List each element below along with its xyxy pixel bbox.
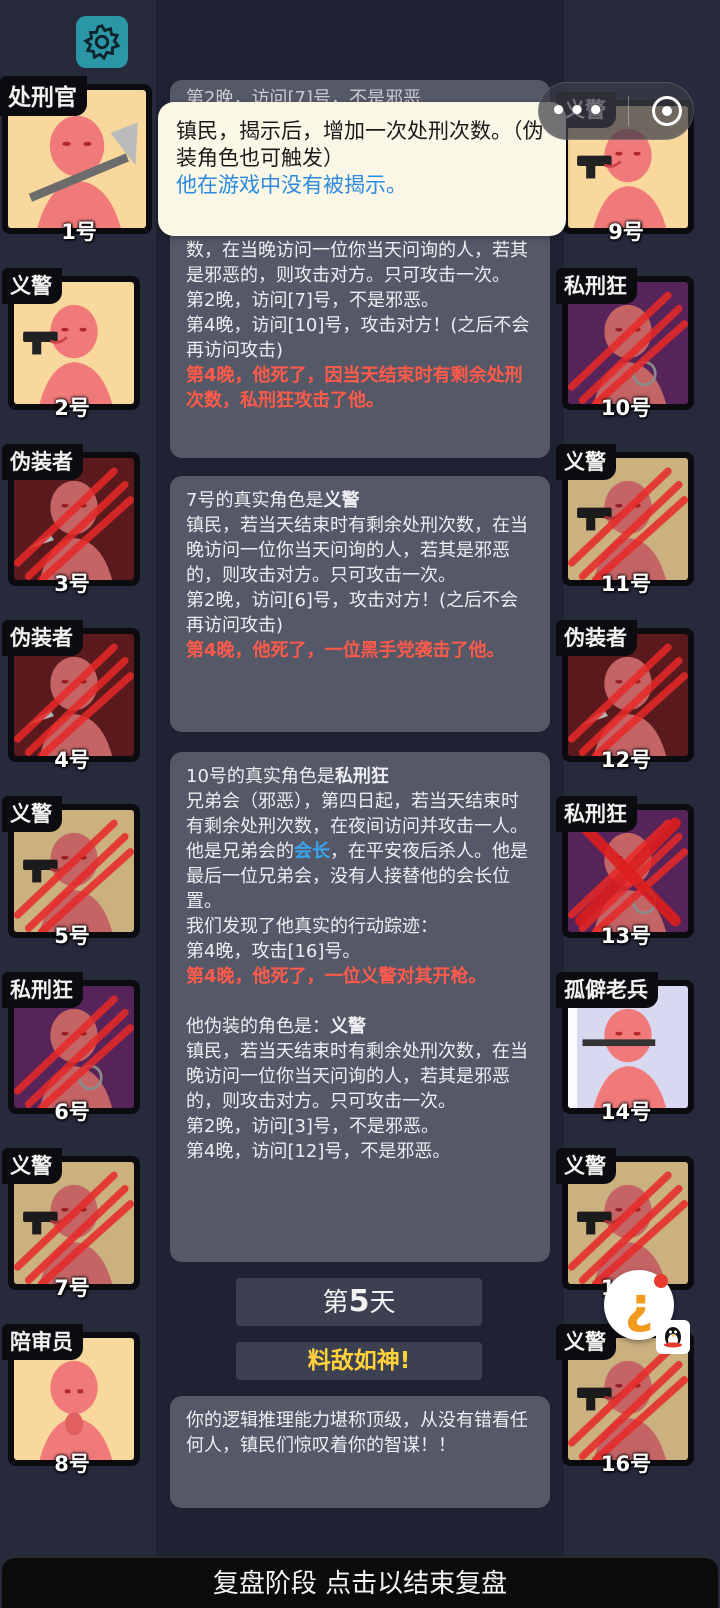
panel3-death: 第4晚，他死了，一位义警对其开枪。 <box>186 966 487 987</box>
capsule-divider <box>628 96 630 126</box>
player-number: 14号 <box>600 1100 652 1124</box>
miniapp-capsule: ••• <box>538 82 694 140</box>
role-tooltip[interactable]: 镇民，揭示后，增加一次处刑次数。（伪装角色也可触发） 他在游戏中没有被揭示。 <box>158 102 566 236</box>
player-number: 3号 <box>54 572 90 596</box>
panel1-death: 第4晚，他死了，因当天结束时有剩余处刑次数，私刑狂攻击了他。 <box>186 365 523 411</box>
player-number: 8号 <box>54 1452 90 1476</box>
role-label: 义警 <box>2 268 62 304</box>
gear-icon <box>83 24 121 61</box>
role-label: 孤僻老兵 <box>556 972 658 1008</box>
player-number: 7号 <box>54 1276 90 1300</box>
role-label: 私刑狂 <box>556 796 637 832</box>
role-label: 处刑官 <box>0 76 87 116</box>
panel3-desc: 兄弟会（邪恶），第四日起，若当天结束时有剩余处刑次数，在夜间访问并攻击一人。 <box>186 791 528 837</box>
day-pre: 第 <box>322 1288 349 1318</box>
panel3-fake-n4: 第4晚，访问[12]号，不是邪恶。 <box>186 1141 451 1162</box>
player-number: 10号 <box>600 396 652 420</box>
day-post: 天 <box>369 1288 396 1318</box>
player-number: 11号 <box>600 572 652 596</box>
player-number: 12号 <box>600 748 652 772</box>
leader-link[interactable]: 会长 <box>294 841 330 862</box>
role-label: 私刑狂 <box>2 972 83 1008</box>
player-card[interactable]: 私刑狂 13号 <box>556 796 696 948</box>
role-label: 义警 <box>556 1324 616 1360</box>
role-label: 伪装者 <box>2 444 83 480</box>
log-panel-3: 10号的真实角色是私刑狂 兄弟会（邪恶），第四日起，若当天结束时有剩余处刑次数，… <box>170 752 550 1262</box>
panel2-death: 第4晚，他死了，一位黑手党袭击了他。 <box>186 640 505 661</box>
player-number: 1号 <box>61 220 97 244</box>
role-label: 义警 <box>2 796 62 832</box>
tooltip-desc: 镇民，揭示后，增加一次处刑次数。（伪装角色也可触发） <box>176 119 544 170</box>
role-label: 义警 <box>2 1148 62 1184</box>
player-number: 5号 <box>54 924 90 948</box>
panel3-fake-desc: 镇民，若当天结束时有剩余处刑次数，在当晚访问一位你当天问询的人，若其是邪恶的，则… <box>186 1041 528 1112</box>
panel3-leader-pre: 他是兄弟会的 <box>186 841 294 862</box>
panel3-fake-n2: 第2晚，访问[3]号，不是邪恶。 <box>186 1116 439 1137</box>
end-review-bar[interactable]: 复盘阶段 点击以结束复盘 <box>2 1556 718 1608</box>
role-label: 伪装者 <box>2 620 83 656</box>
player-card[interactable]: 伪装者 4号 <box>2 620 142 772</box>
player-card[interactable]: 义警 7号 <box>2 1148 142 1300</box>
qq-penguin-icon[interactable] <box>656 1320 690 1354</box>
day-number: 5 <box>348 1284 370 1319</box>
player-number: 16号 <box>600 1452 652 1476</box>
player-card[interactable]: 义警 11号 <box>556 444 696 596</box>
role-label: 伪装者 <box>556 620 637 656</box>
panel2-line: 第2晚，访问[6]号，攻击对方！(之后不会再访问攻击) <box>186 590 518 636</box>
panel2-title-pre: 7号的真实角色是 <box>186 490 324 511</box>
player-number: 6号 <box>54 1100 90 1124</box>
notification-dot <box>654 1274 668 1288</box>
help-question-icon: ¿ <box>624 1276 654 1334</box>
player-card[interactable]: 处刑官 1号 <box>0 76 158 244</box>
panel3-title: 10号的真实角色是私刑狂 <box>186 764 534 789</box>
panel3-track: 第4晚，攻击[16]号。 <box>186 941 361 962</box>
player-number: 4号 <box>54 748 90 772</box>
role-label: 陪审员 <box>2 1324 83 1360</box>
player-card[interactable]: 孤僻老兵 14号 <box>556 972 696 1124</box>
log-panel-2: 7号的真实角色是义警 镇民，若当天结束时有剩余处刑次数，在当晚访问一位你当天问询… <box>170 476 550 732</box>
player-card[interactable]: 义警15号 <box>556 1148 696 1300</box>
panel2-line: 镇民，若当天结束时有剩余处刑次数，在当晚访问一位你当天问询的人，若其是邪恶的，则… <box>186 515 528 586</box>
panel3-title-pre: 10号的真实角色是 <box>186 766 335 787</box>
settings-button[interactable] <box>76 16 128 68</box>
player-number: 9号 <box>608 220 644 244</box>
player-number: 2号 <box>54 396 90 420</box>
result-title: 料敌如神! <box>236 1342 482 1380</box>
panel2-title: 7号的真实角色是义警 <box>186 488 534 513</box>
panel3-fake-pre: 他伪装的角色是： <box>186 1016 330 1037</box>
panel3-fake-role: 义警 <box>330 1016 366 1037</box>
player-card[interactable]: 陪审员 8号 <box>2 1324 142 1476</box>
panel3-title-role: 私刑狂 <box>334 766 389 787</box>
summary-text: 你的逻辑推理能力堪称顶级，从没有错看任何人，镇民们惊叹着你的智谋！！ <box>186 1410 528 1456</box>
panel1-line: 数，在当晚访问一位你当天问询的人，若其是邪恶的，则攻击对方。只可攻击一次。 <box>186 240 528 286</box>
day-indicator: 第5天 <box>236 1278 482 1326</box>
panel3-leader: 他是兄弟会的会长，在平安夜后杀人。他是最后一位兄弟会，没有人接替他的会长位置。 <box>186 839 534 914</box>
target-close-icon[interactable] <box>651 96 682 126</box>
player-card[interactable]: 义警 2号 <box>2 268 142 420</box>
summary-panel: 你的逻辑推理能力堪称顶级，从没有错看任何人，镇民们惊叹着你的智谋！！ <box>170 1396 550 1508</box>
panel1-line: 第2晚，访问[7]号，不是邪恶。 <box>186 290 439 311</box>
tooltip-status: 他在游戏中没有被揭示。 <box>176 173 407 197</box>
panel2-title-role: 义警 <box>323 490 360 511</box>
role-label: 义警 <box>556 1148 616 1184</box>
player-card[interactable]: 伪装者 3号 <box>2 444 142 596</box>
player-card[interactable]: 义警 5号 <box>2 796 142 948</box>
panel3-fake-title: 他伪装的角色是：义警 <box>186 1014 534 1039</box>
player-card[interactable]: 私刑狂 6号 <box>2 972 142 1124</box>
player-card[interactable]: 伪装者 12号 <box>556 620 696 772</box>
role-label: 义警 <box>556 444 616 480</box>
more-dots-icon[interactable]: ••• <box>550 96 606 126</box>
role-label: 私刑狂 <box>556 268 637 304</box>
player-number: 13号 <box>600 924 652 948</box>
panel3-track-title: 我们发现了他真实的行动踪迹： <box>186 916 438 937</box>
player-card[interactable]: 私刑狂 10号 <box>556 268 696 420</box>
panel1-line: 第4晚，访问[10]号，攻击对方！(之后不会再访问攻击) <box>186 315 530 361</box>
